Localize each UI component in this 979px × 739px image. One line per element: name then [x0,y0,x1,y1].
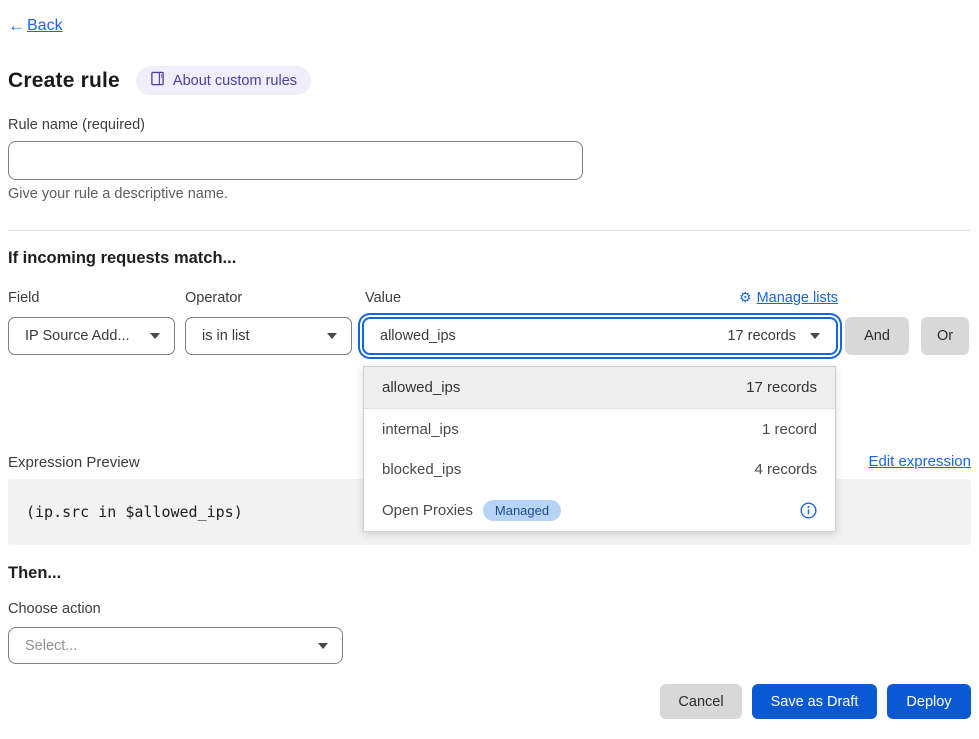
list-option-blocked-ips[interactable]: blocked_ips 4 records [364,450,835,491]
list-option-meta: 4 records [754,461,817,478]
list-dropdown-panel: allowed_ips 17 records internal_ips 1 re… [363,366,836,532]
page-title: Create rule [8,69,120,93]
book-icon [150,71,165,90]
value-label: Value [365,290,401,306]
chevron-down-icon [150,333,160,339]
chevron-down-icon [327,333,337,339]
value-select[interactable]: allowed_ips 17 records [362,317,838,355]
value-selected-name: allowed_ips [380,328,456,344]
about-custom-rules-link[interactable]: About custom rules [136,66,311,95]
match-section-heading: If incoming requests match... [8,249,236,268]
value-selected-meta: 17 records [727,328,796,344]
back-link-label: Back [27,17,63,35]
rule-name-input[interactable] [8,141,583,180]
expression-preview-label: Expression Preview [8,454,140,471]
rule-name-helper-text: Give your rule a descriptive name. [8,186,228,202]
list-option-allowed-ips[interactable]: allowed_ips 17 records [364,367,835,409]
action-select[interactable]: Select... [8,627,343,664]
operator-label: Operator [185,290,242,306]
list-option-name: allowed_ips [382,379,460,396]
chevron-down-icon [810,333,820,339]
operator-select[interactable]: is in list [185,317,352,355]
operator-selected-value: is in list [202,328,250,344]
action-select-placeholder: Select... [25,638,77,654]
expression-code: (ip.src in $allowed_ips) [26,503,243,521]
list-option-internal-ips[interactable]: internal_ips 1 record [364,409,835,450]
edit-expression-link[interactable]: Edit expression [868,453,971,470]
chevron-down-icon [318,643,328,649]
about-custom-rules-label: About custom rules [173,73,297,89]
create-rule-page: ←Back Create rule About custom rules Rul… [0,0,979,739]
gear-icon: ⚙ [739,289,752,306]
deploy-button[interactable]: Deploy [887,684,971,719]
managed-badge: Managed [483,500,561,521]
info-icon[interactable] [800,502,817,519]
manage-lists-label: Manage lists [757,290,838,306]
list-option-meta: 1 record [762,421,817,438]
list-option-name: Open Proxies [382,502,473,519]
list-option-name: internal_ips [382,421,459,438]
list-option-name: blocked_ips [382,461,461,478]
choose-action-label: Choose action [8,601,101,617]
cancel-button[interactable]: Cancel [660,684,742,719]
then-section-heading: Then... [8,564,61,583]
save-as-draft-button[interactable]: Save as Draft [752,684,877,719]
back-link[interactable]: ←Back [8,16,63,36]
field-selected-value: IP Source Add... [25,328,130,344]
list-option-open-proxies[interactable]: Open Proxies Managed [364,490,835,531]
manage-lists-link[interactable]: ⚙ Manage lists [739,289,838,306]
field-select[interactable]: IP Source Add... [8,317,175,355]
list-option-meta: 17 records [746,379,817,396]
back-arrow-icon: ← [8,16,25,36]
or-button[interactable]: Or [921,317,969,355]
and-button[interactable]: And [845,317,909,355]
rule-name-label: Rule name (required) [8,117,145,133]
title-row: Create rule About custom rules [8,66,311,95]
section-divider [8,230,971,231]
field-label: Field [8,290,39,306]
